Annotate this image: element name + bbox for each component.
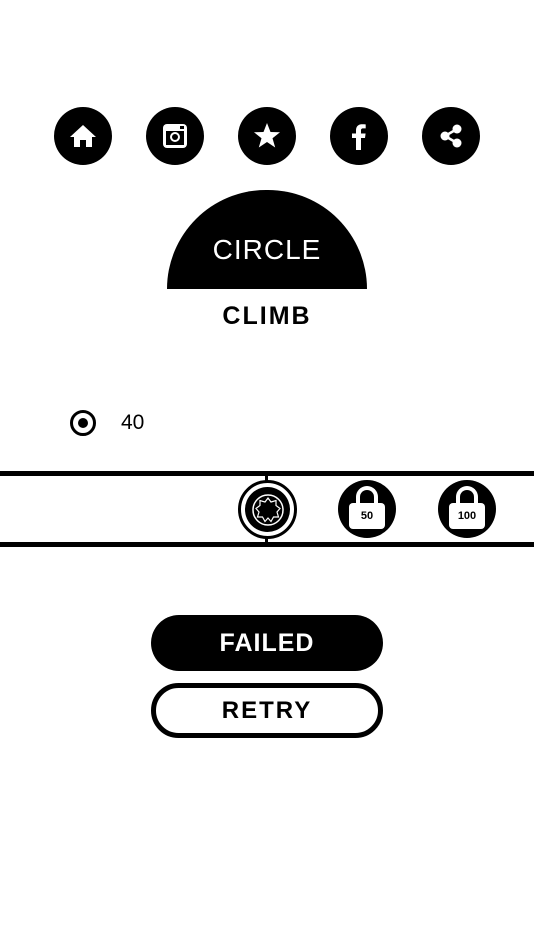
share-button[interactable] [422, 107, 480, 165]
home-button[interactable] [54, 107, 112, 165]
skin-locked-100[interactable]: 100 [438, 480, 496, 538]
target-icon [70, 410, 96, 436]
failed-status: FAILED [151, 615, 383, 671]
facebook-button[interactable] [330, 107, 388, 165]
skin-track-bottom-border [0, 542, 534, 547]
retry-button[interactable]: RETRY [151, 683, 383, 738]
facebook-icon [352, 124, 366, 150]
share-icon [440, 124, 462, 148]
lock-cost: 50 [349, 503, 385, 529]
logo-title-top: CIRCLE [212, 234, 322, 265]
score-row: 40 [70, 410, 144, 436]
lock-icon: 100 [449, 486, 485, 530]
skin-ball [245, 487, 290, 532]
gear-ball-icon [251, 493, 284, 526]
rate-button[interactable] [238, 107, 296, 165]
instagram-button[interactable] [146, 107, 204, 165]
skin-selected[interactable] [238, 480, 297, 539]
skin-locked-50[interactable]: 50 [338, 480, 396, 538]
home-icon [70, 125, 96, 147]
score-value: 40 [121, 411, 145, 434]
instagram-icon [163, 124, 187, 148]
social-bar [0, 107, 534, 165]
logo-dome: CIRCLE [167, 190, 367, 289]
lock-icon: 50 [349, 486, 385, 530]
lock-cost: 100 [449, 503, 485, 529]
logo-title-bottom: CLIMB [222, 302, 312, 330]
star-icon [254, 123, 280, 148]
